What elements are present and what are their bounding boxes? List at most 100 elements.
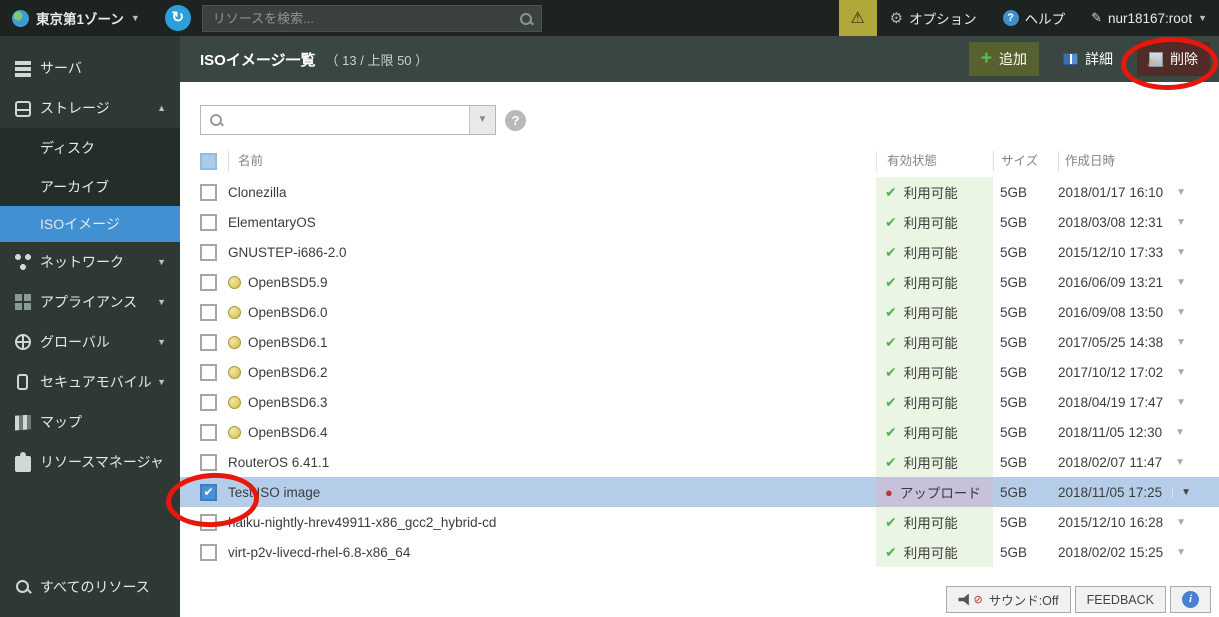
row-menu-caret[interactable]: ▼ (1173, 397, 1189, 408)
row-checkbox[interactable] (200, 334, 217, 351)
warning-badge[interactable]: ⚠ (839, 0, 877, 36)
check-icon: ✔ (885, 184, 897, 201)
row-menu-caret[interactable]: ▼ (1173, 547, 1189, 558)
search-icon (15, 579, 31, 595)
table-row[interactable]: OpenBSD6.4✔利用可能5GB2018/11/05 12:30▼ (180, 417, 1219, 447)
sidebar-item-ストレージ[interactable]: ストレージ▲ (0, 88, 180, 128)
refresh-button[interactable]: ↻ (165, 5, 191, 31)
table-row[interactable]: haiku-nightly-hrev49911-x86_gcc2_hybrid-… (180, 507, 1219, 537)
table-row[interactable]: OpenBSD5.9✔利用可能5GB2016/06/09 13:21▼ (180, 267, 1219, 297)
row-menu-caret[interactable]: ▼ (1173, 247, 1189, 258)
filter-dropdown-button[interactable]: ▼ (469, 106, 495, 134)
sidebar-item-グローバル[interactable]: グローバル▼ (0, 322, 180, 362)
zone-globe-icon (12, 10, 29, 27)
plus-icon: + (981, 52, 992, 66)
sidebar-item-ISOイメージ[interactable]: ISOイメージ (0, 206, 180, 242)
openbsd-pufferfish-icon (228, 276, 241, 289)
cell-status: ✔利用可能 (876, 297, 993, 327)
feedback-label: FEEDBACK (1087, 593, 1154, 607)
detail-button-label: 詳細 (1085, 49, 1113, 69)
row-menu-caret[interactable]: ▼ (1173, 517, 1189, 528)
table-row[interactable]: OpenBSD6.3✔利用可能5GB2018/04/19 17:47▼ (180, 387, 1219, 417)
row-checkbox[interactable] (200, 274, 217, 291)
row-menu-caret[interactable]: ▼ (1172, 457, 1188, 468)
status-label: 利用可能 (904, 512, 958, 532)
filter-search: ▼ (200, 105, 496, 135)
iso-name: Test ISO image (228, 485, 320, 500)
table-row[interactable]: GNUSTEP-i686-2.0✔利用可能5GB2015/12/10 17:33… (180, 237, 1219, 267)
feedback-button[interactable]: FEEDBACK (1075, 586, 1166, 613)
table-row[interactable]: RouterOS 6.41.1✔利用可能5GB2018/02/07 11:47▼ (180, 447, 1219, 477)
sidebar-item-アーカイブ[interactable]: アーカイブ (0, 167, 180, 206)
row-checkbox[interactable] (200, 244, 217, 261)
info-button[interactable]: i (1170, 586, 1211, 613)
sidebar-item-セキュアモバイル[interactable]: セキュアモバイル▼ (0, 362, 180, 402)
table-row[interactable]: Clonezilla✔利用可能5GB2018/01/17 16:10▼ (180, 177, 1219, 207)
select-all-checkbox[interactable] (200, 153, 217, 170)
row-checkbox[interactable] (200, 304, 217, 321)
cell-name: ElementaryOS (228, 215, 876, 230)
sidebar-item-マップ[interactable]: マップ (0, 402, 180, 442)
sidebar-submenu: ディスクアーカイブISOイメージ (0, 128, 180, 242)
iso-size: 5GB (993, 185, 1058, 200)
speaker-muted-icon (958, 594, 971, 606)
row-menu-caret[interactable]: ▼ (1173, 307, 1189, 318)
iso-name: OpenBSD6.0 (248, 305, 328, 320)
row-menu-caret[interactable]: ▼ (1173, 367, 1189, 378)
cell-status: ✔利用可能 (876, 537, 993, 567)
sidebar-item-all-resources[interactable]: すべてのリソース (0, 567, 180, 607)
check-icon: ✔ (885, 424, 897, 441)
row-menu-caret[interactable]: ▼ (1172, 487, 1194, 498)
openbsd-pufferfish-icon (228, 336, 241, 349)
global-search (202, 5, 542, 32)
filter-help-button[interactable]: ? (505, 110, 526, 131)
sound-toggle-button[interactable]: ⊘ サウンド:Off (946, 586, 1070, 613)
row-checkbox[interactable] (200, 214, 217, 231)
table-row[interactable]: ElementaryOS✔利用可能5GB2018/03/08 12:31▼ (180, 207, 1219, 237)
table-row[interactable]: virt-p2v-livecd-rhel-6.8-x86_64✔利用可能5GB2… (180, 537, 1219, 567)
filter-search-input[interactable] (201, 106, 495, 134)
row-checkbox[interactable]: ✔ (200, 484, 217, 501)
row-checkbox[interactable] (200, 394, 217, 411)
row-checkbox[interactable] (200, 364, 217, 381)
status-label: 利用可能 (904, 392, 958, 412)
row-menu-caret[interactable]: ▼ (1173, 217, 1189, 228)
table-row[interactable]: ✔Test ISO image●アップロード5GB2018/11/05 17:2… (180, 477, 1219, 507)
sidebar-item-ディスク[interactable]: ディスク (0, 128, 180, 167)
delete-button[interactable]: ⚠ 削除 (1137, 42, 1210, 76)
row-checkbox[interactable] (200, 514, 217, 531)
row-menu-caret[interactable]: ▼ (1172, 427, 1188, 438)
row-checkbox[interactable] (200, 424, 217, 441)
created-at: 2018/04/19 17:47 (1058, 395, 1163, 410)
sidebar-item-ネットワーク[interactable]: ネットワーク▼ (0, 242, 180, 282)
table-row[interactable]: OpenBSD6.2✔利用可能5GB2017/10/12 17:02▼ (180, 357, 1219, 387)
detail-button[interactable]: 詳細 (1051, 42, 1125, 76)
help-menu[interactable]: ? ヘルプ (990, 8, 1079, 28)
sidebar-item-リソースマネージャ[interactable]: リソースマネージャ (0, 442, 180, 482)
refresh-icon: ↻ (171, 9, 184, 26)
row-checkbox[interactable] (200, 454, 217, 471)
cell-status: ✔利用可能 (876, 327, 993, 357)
account-menu[interactable]: ✎ nur18167:root ▼ (1078, 10, 1219, 26)
global-search-input[interactable] (203, 6, 541, 31)
chevron-down-icon: ▼ (157, 297, 166, 307)
cell-date: 2018/04/19 17:47 ▼ (1058, 395, 1219, 410)
row-menu-caret[interactable]: ▼ (1173, 187, 1189, 198)
table-row[interactable]: OpenBSD6.1✔利用可能5GB2017/05/25 14:38▼ (180, 327, 1219, 357)
status-label: 利用可能 (904, 212, 958, 232)
zone-picker[interactable]: 東京第1ゾーン ▼ (0, 8, 154, 28)
row-menu-caret[interactable]: ▼ (1173, 277, 1189, 288)
row-checkbox[interactable] (200, 184, 217, 201)
cell-name: haiku-nightly-hrev49911-x86_gcc2_hybrid-… (228, 515, 876, 530)
iso-size: 5GB (993, 245, 1058, 260)
iso-size: 5GB (993, 395, 1058, 410)
question-icon: ? (512, 113, 520, 128)
row-checkbox[interactable] (200, 544, 217, 561)
table-row[interactable]: OpenBSD6.0✔利用可能5GB2016/09/08 13:50▼ (180, 297, 1219, 327)
sidebar-item-アプライアンス[interactable]: アプライアンス▼ (0, 282, 180, 322)
sidebar-item-サーバ[interactable]: サーバ (0, 48, 180, 88)
row-menu-caret[interactable]: ▼ (1173, 337, 1189, 348)
add-button[interactable]: + 追加 (969, 42, 1039, 76)
cell-status: ✔利用可能 (876, 447, 993, 477)
options-menu[interactable]: ⚙ オプション (877, 8, 990, 28)
